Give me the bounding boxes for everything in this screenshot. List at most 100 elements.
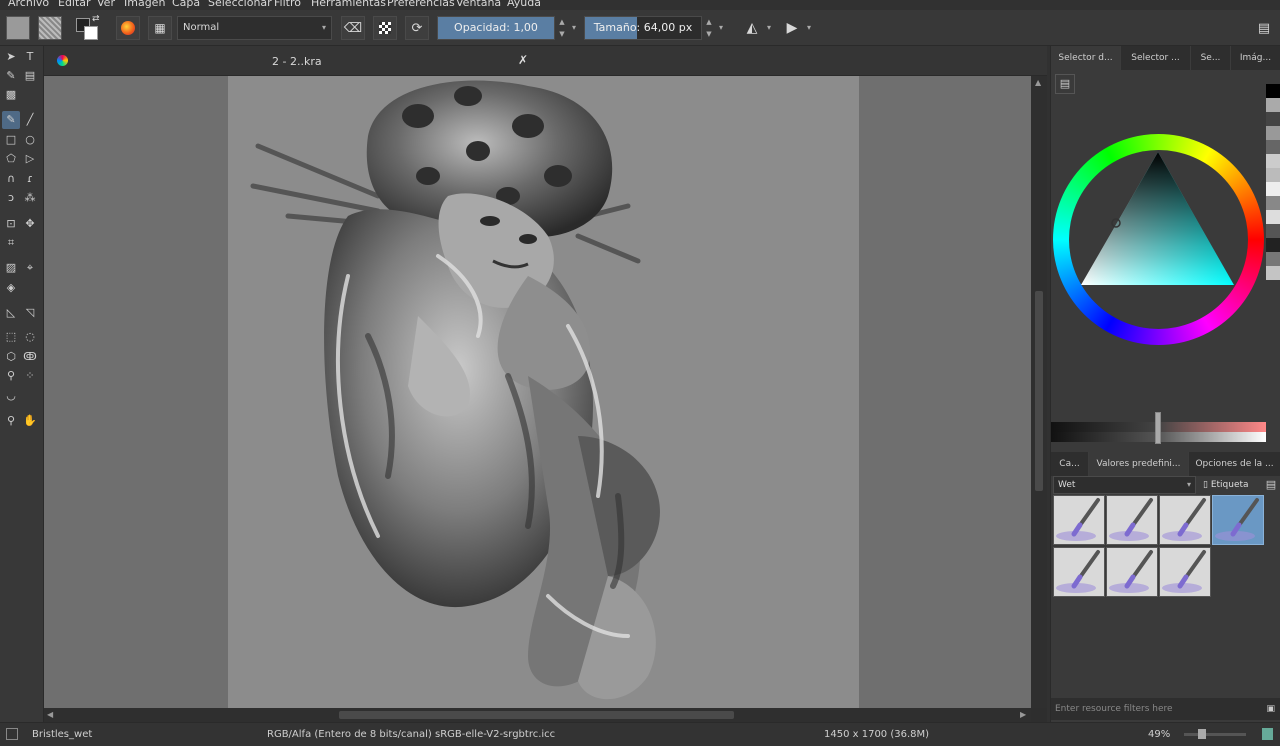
menu-seleccionar[interactable]: Seleccionar (208, 0, 272, 9)
pan-tool[interactable]: ✋ (21, 412, 39, 430)
freehand-path-tool[interactable]: ɾ (21, 170, 39, 188)
mirror-vertical-button[interactable]: ▶ (780, 16, 804, 40)
dynamic-brush-tool[interactable]: ɔ (2, 189, 20, 207)
document-tab[interactable]: 2 - 2..kra (272, 55, 322, 68)
freehand-brush-tool[interactable]: ✎ (2, 111, 20, 129)
tab-image[interactable]: Imág... (1231, 46, 1280, 70)
size-spinner[interactable]: ▲ ▼ (704, 16, 714, 40)
menu-archivo[interactable]: Archivo (8, 0, 49, 9)
opacity-spinner[interactable]: ▲ ▼ (557, 16, 567, 40)
gray-swatch[interactable] (1266, 168, 1280, 182)
resource-filter-input[interactable]: Enter resource filters here ▣ (1051, 698, 1280, 720)
elliptical-selection-tool[interactable]: ◌ (21, 328, 39, 346)
measure-tool[interactable]: ◹ (21, 304, 39, 322)
brush-preset-1[interactable] (1053, 495, 1105, 545)
edit-shapes-tool[interactable]: ✎ (2, 67, 20, 85)
opacity-dropdown[interactable]: ▾ (569, 16, 579, 40)
gray-swatch[interactable] (1266, 266, 1280, 280)
brush-settings-button[interactable]: ▦ (148, 16, 172, 40)
scroll-left-icon[interactable]: ◀ (47, 710, 53, 719)
mirror-horizontal-button[interactable]: ◭ (740, 16, 764, 40)
menu-imagen[interactable]: Imagen (124, 0, 165, 9)
fill-tool[interactable]: ◈ (2, 279, 20, 297)
bezier-selection-tool[interactable]: ◡ (2, 387, 20, 405)
tab-layers[interactable]: Ca... (1051, 452, 1089, 476)
vertical-scrollbar-thumb[interactable] (1035, 291, 1043, 491)
brush-preset-3[interactable] (1159, 495, 1211, 545)
preserve-alpha-button[interactable] (373, 16, 397, 40)
gradient-swatch[interactable] (6, 16, 30, 40)
menu-capa[interactable]: Capa (172, 0, 200, 9)
tag-filter-select[interactable]: Wet ▾ (1053, 476, 1196, 494)
polyline-tool[interactable]: ▷ (21, 150, 39, 168)
close-document-icon[interactable]: ✗ (518, 53, 528, 67)
gray-swatch[interactable] (1266, 252, 1280, 266)
reload-preset-button[interactable]: ⟳ (405, 16, 429, 40)
canvas-viewport[interactable] (44, 76, 1031, 708)
horizontal-scrollbar-thumb[interactable] (339, 711, 734, 719)
mirror-vertical-dropdown[interactable]: ▾ (804, 16, 814, 40)
gradient-edit-tool[interactable]: ▩ (2, 86, 20, 104)
save-icon[interactable]: ▣ (1266, 698, 1275, 720)
tab-specific-color[interactable]: Se... (1191, 46, 1231, 70)
zoom-slider-handle[interactable] (1198, 729, 1206, 739)
gray-swatch[interactable] (1266, 140, 1280, 154)
gray-swatch[interactable] (1266, 126, 1280, 140)
horizontal-scrollbar[interactable]: ◀ ▶ (44, 708, 1031, 722)
tab-brush-presets[interactable]: Valores predefini... (1089, 452, 1189, 476)
tab-tool-options[interactable]: Opciones de la ... (1189, 452, 1280, 476)
eraser-mode-button[interactable]: ⌫ (341, 16, 365, 40)
text-tool[interactable]: T (21, 48, 39, 66)
rectangle-tool[interactable]: □ (2, 131, 20, 149)
brush-preset-4[interactable] (1212, 495, 1264, 545)
scroll-up-icon[interactable]: ▲ (1035, 78, 1041, 87)
gray-swatch[interactable] (1266, 112, 1280, 126)
similar-selection-tool[interactable]: ⁘ (21, 367, 39, 385)
menu-ayuda[interactable]: Ayuda (507, 0, 541, 9)
zoom-slider[interactable] (1184, 733, 1246, 736)
brush-preset-6[interactable] (1106, 547, 1158, 597)
opacity-slider[interactable]: Opacidad: 1,00 (437, 16, 555, 40)
brush-preset-2[interactable] (1106, 495, 1158, 545)
fg-bg-color-selector[interactable]: ⇄ (76, 14, 100, 42)
ellipse-tool[interactable]: ○ (21, 131, 39, 149)
saturation-value-triangle[interactable] (1081, 152, 1236, 287)
zoom-tool[interactable]: ⚲ (2, 412, 20, 430)
menu-editar[interactable]: Editar (58, 0, 91, 9)
color-picker-tool[interactable]: ⌖ (21, 259, 39, 277)
shade-bar-handle[interactable] (1155, 412, 1161, 444)
select-shapes-tool[interactable]: ➤ (2, 48, 20, 66)
gray-swatch[interactable] (1266, 210, 1280, 224)
move-tool[interactable]: ✥ (21, 215, 39, 233)
mirror-horizontal-dropdown[interactable]: ▾ (764, 16, 774, 40)
canvas-paper[interactable] (228, 76, 859, 708)
preset-view-button[interactable]: ▤ (1263, 476, 1279, 494)
freehand-selection-tool[interactable]: ↂ (21, 348, 39, 366)
line-tool[interactable]: ╱ (21, 111, 39, 129)
background-color[interactable] (84, 26, 98, 40)
gray-swatch[interactable] (1266, 238, 1280, 252)
brush-presets-button[interactable] (116, 16, 140, 40)
transform-tool[interactable]: ⊡ (2, 215, 20, 233)
contiguous-selection-tool[interactable]: ⚲ (2, 367, 20, 385)
multibrush-tool[interactable]: ⁂ (21, 189, 39, 207)
workspace-chooser-button[interactable]: ▤ (1252, 16, 1276, 40)
polygon-tool[interactable]: ⬠ (2, 150, 20, 168)
menu-ver[interactable]: Ver (97, 0, 115, 9)
vertical-scrollbar[interactable]: ▲ (1031, 76, 1047, 708)
selector-settings-button[interactable]: ▤ (1055, 74, 1075, 94)
gray-swatch[interactable] (1266, 182, 1280, 196)
bezier-tool[interactable]: ∩ (2, 170, 20, 188)
rectangular-selection-tool[interactable]: ⬚ (2, 328, 20, 346)
tab-color-selector[interactable]: Selector ... (1121, 46, 1191, 70)
swap-colors-icon[interactable]: ⇄ (92, 14, 100, 24)
calligraphy-tool[interactable]: ▤ (21, 67, 39, 85)
gray-swatch[interactable] (1266, 154, 1280, 168)
size-slider[interactable]: Tamaño: 64,00 px (584, 16, 702, 40)
assistant-tool[interactable]: ◺ (2, 304, 20, 322)
menu-herramientas[interactable]: Herramientas (311, 0, 386, 9)
pattern-swatch[interactable] (38, 16, 62, 40)
brush-preset-5[interactable] (1053, 547, 1105, 597)
tab-advanced-color-selector[interactable]: Selector d... (1051, 46, 1121, 70)
brush-preset-7[interactable] (1159, 547, 1211, 597)
